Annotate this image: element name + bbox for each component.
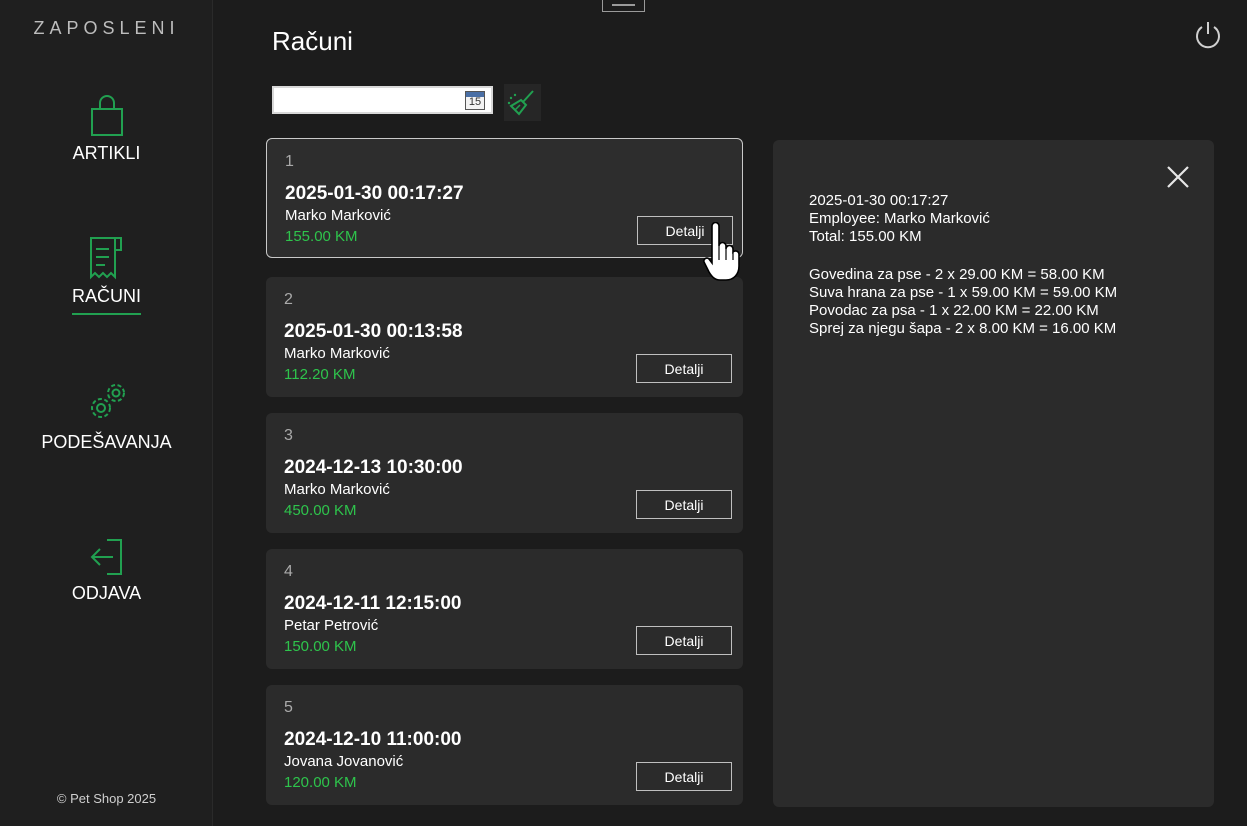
details-button[interactable]: Detalji — [636, 762, 732, 791]
nav-label-podesavanja: PODEŠAVANJA — [41, 432, 172, 452]
details-date: 2025-01-30 00:17:27 — [809, 192, 949, 209]
nav-item-racuni[interactable]: RAČUNI — [0, 236, 213, 315]
nav-label-racuni: RAČUNI — [71, 286, 141, 315]
hand-cursor-icon — [703, 222, 740, 281]
details-line-item: Povodac za psa - 1 x 22.00 KM = 22.00 KM — [809, 302, 1099, 319]
nav-label-artikli: ARTIKLI — [72, 143, 141, 163]
receipt-date: 2024-12-11 12:15:00 — [284, 593, 462, 614]
receipt-date: 2024-12-13 10:30:00 — [284, 457, 463, 478]
gears-icon — [90, 384, 125, 418]
window-handle[interactable] — [602, 0, 645, 12]
receipt-total: 112.20 KM — [284, 366, 356, 383]
close-icon[interactable] — [1163, 162, 1193, 192]
details-button[interactable]: Detalji — [636, 354, 732, 383]
nav-label-odjava: ODJAVA — [71, 583, 142, 603]
receipt-number: 4 — [284, 563, 293, 580]
details-text: 2025-01-30 00:17:27 Employee: Marko Mark… — [809, 192, 1117, 338]
receipt-card[interactable]: 4 2024-12-11 12:15:00 Petar Petrović 150… — [266, 549, 743, 669]
receipt-total: 150.00 KM — [284, 638, 357, 655]
receipt-card[interactable]: 3 2024-12-13 10:30:00 Marko Marković 450… — [266, 413, 743, 533]
receipt-employee: Jovana Jovanović — [284, 753, 404, 770]
receipt-card[interactable]: 1 2025-01-30 00:17:27 Marko Marković 155… — [266, 138, 743, 258]
nav-item-odjava[interactable]: ODJAVA — [0, 537, 213, 604]
details-line-item: Suva hrana za pse - 1 x 59.00 KM = 59.00… — [809, 284, 1118, 301]
details-line-item: Sprej za njegu šapa - 2 x 8.00 KM = 16.0… — [809, 320, 1117, 337]
receipt-card[interactable]: 2 2025-01-30 00:13:58 Marko Marković 112… — [266, 277, 743, 397]
sidebar: ZAPOSLENI ARTIKLI RAČUNI PODEŠAVANJA ODJ… — [0, 0, 213, 826]
receipt-number: 3 — [284, 427, 293, 444]
receipt-employee: Marko Marković — [285, 207, 391, 224]
nav-item-podesavanja[interactable]: PODEŠAVANJA — [0, 378, 213, 453]
clear-filter-button[interactable] — [504, 84, 541, 121]
receipt-employee: Marko Marković — [284, 345, 390, 362]
details-total: Total: 155.00 KM — [809, 228, 922, 245]
receipt-total: 450.00 KM — [284, 502, 357, 519]
receipt-total: 120.00 KM — [284, 774, 357, 791]
receipt-number: 2 — [284, 291, 293, 308]
receipt-icon — [89, 237, 122, 280]
logout-icon — [90, 539, 122, 575]
power-icon[interactable] — [1193, 20, 1223, 50]
receipt-date: 2025-01-30 00:17:27 — [285, 183, 464, 204]
receipt-number: 5 — [284, 699, 293, 716]
receipt-employee: Marko Marković — [284, 481, 390, 498]
details-panel: 2025-01-30 00:17:27 Employee: Marko Mark… — [773, 140, 1214, 807]
receipt-employee: Petar Petrović — [284, 617, 379, 634]
receipt-date: 2024-12-10 11:00:00 — [284, 729, 462, 750]
shopping-bag-icon — [90, 95, 123, 136]
nav-item-artikli[interactable]: ARTIKLI — [0, 93, 213, 164]
calendar-button[interactable]: 15 — [465, 91, 485, 110]
details-button[interactable]: Detalji — [636, 490, 732, 519]
date-picker: 15 — [272, 86, 493, 114]
receipt-card[interactable]: 5 2024-12-10 11:00:00 Jovana Jovanović 1… — [266, 685, 743, 805]
date-filter-input[interactable] — [276, 90, 460, 110]
broom-icon — [507, 90, 534, 116]
copyright: © Pet Shop 2025 — [56, 791, 157, 806]
receipt-total: 155.00 KM — [285, 228, 358, 245]
page-title: Računi — [272, 26, 353, 56]
receipt-number: 1 — [285, 153, 294, 170]
details-line-item: Govedina za pse - 2 x 29.00 KM = 58.00 K… — [809, 266, 1105, 283]
brand-title: ZAPOSLENI — [33, 18, 180, 38]
details-button[interactable]: Detalji — [636, 626, 732, 655]
receipt-date: 2025-01-30 00:13:58 — [284, 321, 463, 342]
details-employee: Employee: Marko Marković — [809, 210, 990, 227]
